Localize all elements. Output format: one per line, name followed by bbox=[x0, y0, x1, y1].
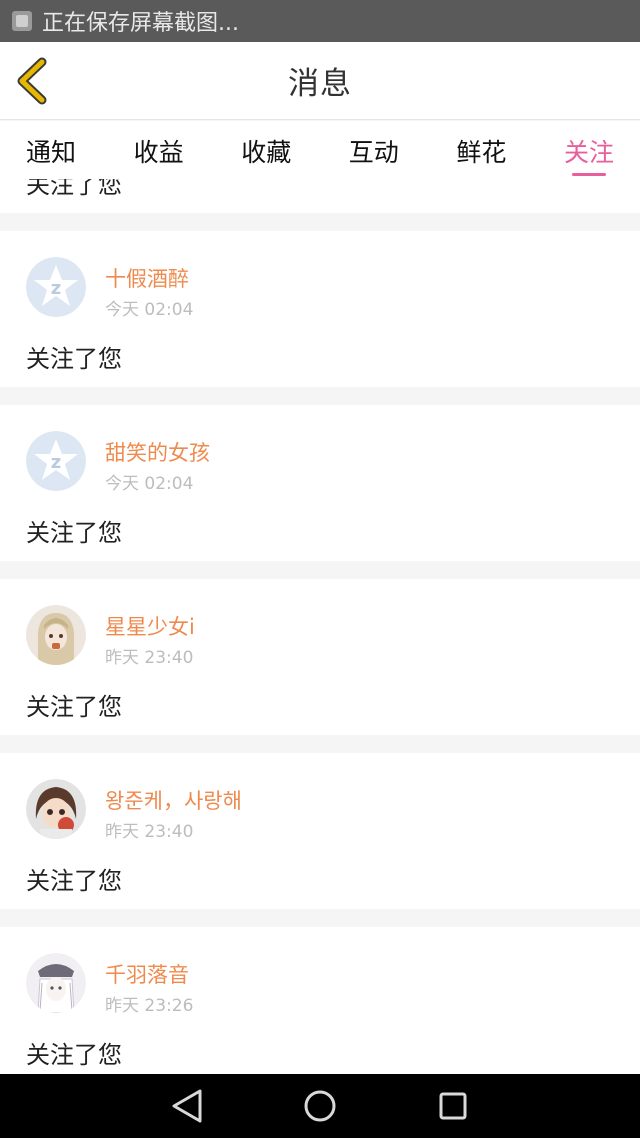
default-star-avatar-icon: z bbox=[26, 257, 86, 317]
user-photo-avatar-icon bbox=[26, 953, 86, 1013]
nav-home-button[interactable] bbox=[298, 1084, 342, 1128]
svg-text:z: z bbox=[51, 278, 61, 299]
triangle-back-icon bbox=[172, 1089, 202, 1123]
header: 消息 bbox=[0, 42, 640, 120]
square-recents-icon bbox=[439, 1092, 467, 1120]
list-item[interactable]: 千羽落音 昨天 23:26 关注了您 bbox=[0, 927, 640, 1074]
divider bbox=[0, 561, 640, 579]
list-item[interactable]: 星星少女i 昨天 23:40 关注了您 bbox=[0, 579, 640, 735]
avatar[interactable]: z bbox=[26, 257, 86, 317]
message-text: 关注了您 bbox=[26, 693, 122, 721]
system-nav-bar bbox=[0, 1074, 640, 1138]
default-star-avatar-icon: z bbox=[26, 431, 86, 491]
tab-label: 互动 bbox=[348, 138, 399, 167]
list-item[interactable]: z 十假酒醉 今天 02:04 关注了您 bbox=[0, 231, 640, 387]
tab-notifications[interactable]: 通知 bbox=[26, 121, 76, 179]
page-title: 消息 bbox=[288, 66, 352, 102]
tab-favorites[interactable]: 收藏 bbox=[241, 121, 291, 179]
username[interactable]: 甜笑的女孩 bbox=[105, 437, 210, 467]
tab-interactions[interactable]: 互动 bbox=[349, 121, 399, 179]
divider bbox=[0, 387, 640, 405]
screen: 正在保存屏幕截图... 消息 通知 收益 收藏 互动 鲜花 关注 关注了您 z … bbox=[0, 0, 640, 1138]
timestamp: 昨天 23:40 bbox=[105, 822, 194, 842]
tab-label: 鲜花 bbox=[456, 138, 507, 167]
timestamp: 昨天 23:40 bbox=[105, 648, 194, 668]
message-text: 关注了您 bbox=[26, 519, 122, 547]
status-text: 正在保存屏幕截图... bbox=[42, 11, 239, 36]
divider bbox=[0, 213, 640, 231]
username[interactable]: 왕준케，사랑해 bbox=[105, 785, 242, 815]
user-photo-avatar-icon bbox=[26, 779, 86, 839]
list-item[interactable]: z 甜笑的女孩 今天 02:04 关注了您 bbox=[0, 405, 640, 561]
avatar[interactable] bbox=[26, 953, 86, 1013]
svg-text:z: z bbox=[51, 452, 61, 473]
message-text: 关注了您 bbox=[26, 345, 122, 373]
tab-bar: 通知 收益 收藏 互动 鲜花 关注 bbox=[0, 121, 640, 179]
nav-recents-button[interactable] bbox=[431, 1084, 475, 1128]
timestamp: 昨天 23:26 bbox=[105, 996, 194, 1016]
message-list[interactable]: 关注了您 z 十假酒醉 今天 02:04 关注了您 z 甜笑的女孩 今天 02:… bbox=[0, 179, 640, 1074]
tab-flowers[interactable]: 鲜花 bbox=[456, 121, 506, 179]
status-bar: 正在保存屏幕截图... bbox=[0, 0, 640, 42]
username[interactable]: 星星少女i bbox=[105, 611, 195, 641]
message-text: 关注了您 bbox=[26, 867, 122, 895]
message-text: 关注了您 bbox=[26, 1041, 122, 1069]
tab-label: 收益 bbox=[133, 138, 184, 167]
message-text: 关注了您 bbox=[26, 179, 122, 199]
username[interactable]: 十假酒醉 bbox=[105, 263, 189, 293]
nav-back-button[interactable] bbox=[165, 1084, 209, 1128]
divider bbox=[0, 735, 640, 753]
tab-label: 关注 bbox=[563, 138, 614, 167]
tab-label: 通知 bbox=[26, 138, 77, 167]
timestamp: 今天 02:04 bbox=[105, 474, 194, 494]
avatar[interactable] bbox=[26, 779, 86, 839]
active-tab-indicator bbox=[571, 173, 606, 176]
list-item[interactable]: 왕준케，사랑해 昨天 23:40 关注了您 bbox=[0, 753, 640, 909]
timestamp: 今天 02:04 bbox=[105, 300, 194, 320]
circle-home-icon bbox=[304, 1090, 336, 1122]
tab-label: 收藏 bbox=[241, 138, 292, 167]
user-photo-avatar-icon bbox=[26, 605, 86, 665]
screenshot-icon bbox=[12, 11, 32, 31]
tab-follows[interactable]: 关注 bbox=[564, 121, 614, 179]
username[interactable]: 千羽落音 bbox=[105, 959, 189, 989]
back-button[interactable] bbox=[14, 56, 54, 106]
list-item-partial[interactable]: 关注了您 bbox=[0, 179, 640, 213]
avatar[interactable]: z bbox=[26, 431, 86, 491]
tab-earnings[interactable]: 收益 bbox=[134, 121, 184, 179]
divider bbox=[0, 909, 640, 927]
avatar[interactable] bbox=[26, 605, 86, 665]
back-chevron-icon bbox=[17, 57, 47, 105]
